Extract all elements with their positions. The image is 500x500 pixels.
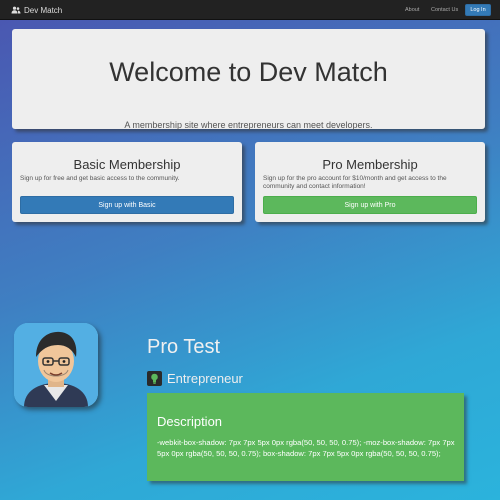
avatar: [14, 323, 98, 407]
description-title: Description: [157, 414, 223, 429]
brand-link[interactable]: Dev Match: [11, 0, 62, 20]
basic-plan-description: Sign up for free and get basic access to…: [20, 175, 180, 182]
basic-membership-card: Basic Membership Sign up for free and ge…: [12, 142, 242, 222]
basic-plan-title: Basic Membership: [73, 157, 181, 172]
description-text: -webkit-box-shadow: 7px 7px 5px 0px rgba…: [157, 438, 455, 458]
page-subtitle: A membership site where entrepreneurs ca…: [124, 120, 373, 130]
signup-basic-button[interactable]: Sign up with Basic: [20, 196, 234, 214]
nav-link-about[interactable]: About: [405, 0, 419, 20]
lightbulb-icon: [147, 370, 162, 386]
profile-name: Pro Test: [147, 336, 220, 358]
role-label: Entrepreneur: [167, 370, 243, 386]
description-panel: Description -webkit-box-shadow: 7px 7px …: [147, 393, 464, 481]
nav-link-contact[interactable]: Contact Us: [431, 0, 458, 20]
signup-pro-button[interactable]: Sign up with Pro: [263, 196, 477, 214]
page-title: Welcome to Dev Match: [109, 57, 388, 87]
users-icon: [11, 6, 21, 14]
login-button[interactable]: Log In: [465, 4, 491, 16]
brand-label: Dev Match: [24, 5, 63, 15]
pro-membership-card: Pro Membership Sign up for the pro accou…: [255, 142, 485, 222]
top-navbar: Dev Match About Contact Us Log In: [0, 0, 500, 20]
pro-plan-description: Sign up for the pro account for $10/mont…: [263, 175, 447, 190]
pro-plan-title: Pro Membership: [322, 157, 418, 172]
welcome-jumbotron: Welcome to Dev Match A membership site w…: [12, 29, 485, 130]
profile-role: Entrepreneur: [147, 370, 243, 386]
